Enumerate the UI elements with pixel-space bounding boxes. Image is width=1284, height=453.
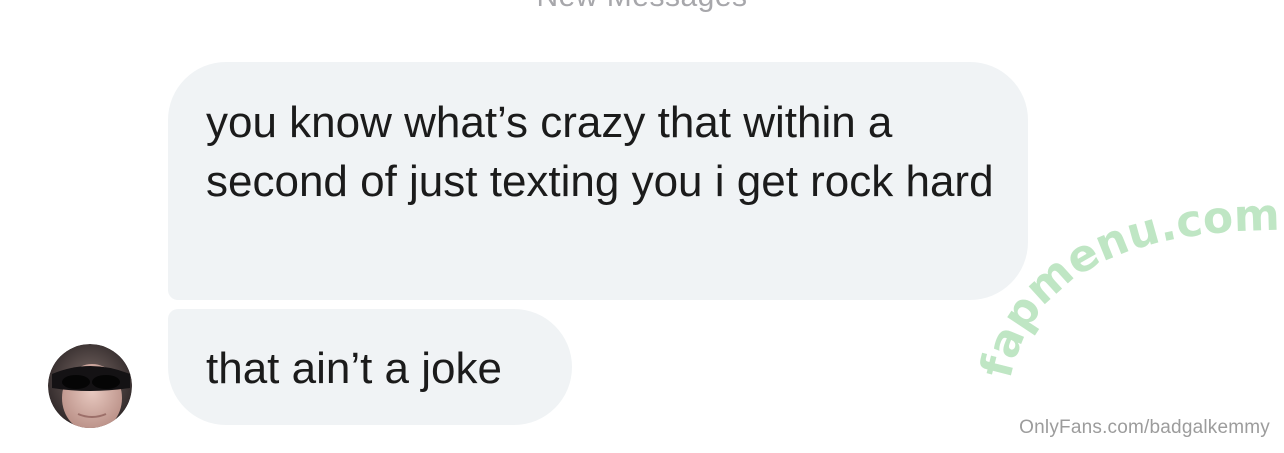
watermark-text: fapmenu.com (971, 190, 1280, 383)
watermark: fapmenu.com (971, 190, 1280, 383)
new-messages-divider: New Messages (0, 0, 1284, 14)
avatar[interactable] (48, 344, 132, 428)
avatar-image (48, 344, 132, 428)
message-thread: New Messages you know what’s crazy that … (0, 0, 1284, 453)
svg-text:fapmenu.com: fapmenu.com (971, 190, 1280, 383)
message-bubble[interactable]: that ain’t a joke (168, 309, 572, 425)
message-text: you know what’s crazy that within a seco… (206, 98, 994, 206)
message-bubble[interactable]: you know what’s crazy that within a seco… (168, 62, 1028, 300)
message-text: that ain’t a joke (206, 344, 502, 393)
source-credit: OnlyFans.com/badgalkemmy (1019, 417, 1270, 438)
